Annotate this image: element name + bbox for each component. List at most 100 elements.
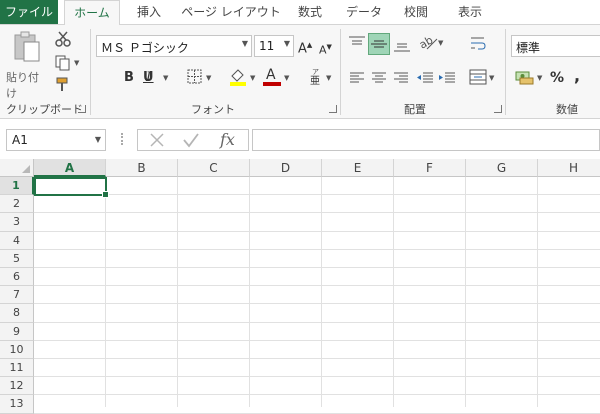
row-header-5[interactable]: 5 [0, 249, 34, 268]
row-gridline [34, 321, 600, 323]
formula-buttons: fx [137, 129, 249, 151]
font-name-combo[interactable]: ＭＳ Ｐゴシック ▼ [96, 35, 252, 57]
align-middle-button[interactable] [368, 33, 390, 55]
orientation-icon[interactable]: ab [418, 33, 438, 51]
accounting-dropdown-arrow[interactable]: ▼ [537, 74, 542, 82]
align-right-icon[interactable] [393, 71, 409, 85]
borders-dropdown-arrow[interactable]: ▼ [206, 74, 211, 82]
number-format-combo[interactable]: 標準 [511, 35, 600, 57]
decrease-indent-icon[interactable] [416, 71, 434, 85]
row-gridline [34, 412, 600, 414]
row-header-4[interactable]: 4 [0, 231, 34, 250]
align-center-icon[interactable] [371, 71, 387, 85]
name-box-value: A1 [12, 133, 28, 147]
ribbon-tab-bar: ファイル ホーム 挿入 ページ レイアウト 数式 データ 校閲 表示 [0, 0, 600, 25]
align-left-icon[interactable] [349, 71, 365, 85]
tab-review[interactable]: 校閲 [396, 0, 436, 24]
underline-dropdown-arrow[interactable]: ▼ [163, 74, 168, 82]
row-gridline [34, 285, 600, 287]
row-gridline [34, 230, 600, 232]
decrease-font-size-button[interactable]: A▼ [319, 39, 332, 59]
fill-handle[interactable] [102, 191, 109, 198]
insert-function-icon[interactable]: fx [220, 130, 235, 149]
column-header-a[interactable]: A [34, 159, 106, 177]
cut-icon[interactable] [55, 31, 71, 47]
row-header-8[interactable]: 8 [0, 304, 34, 323]
column-header-e[interactable]: E [322, 159, 394, 177]
row-header-10[interactable]: 10 [0, 340, 34, 359]
worksheet-grid[interactable]: ABCDEFGH 1 2 3 4 5 6 7 8 9 10 11 12 13 [0, 159, 600, 414]
column-header-d[interactable]: D [250, 159, 322, 177]
tab-formulas[interactable]: 数式 [290, 0, 330, 24]
tab-data[interactable]: データ [338, 0, 390, 24]
font-color-dropdown-arrow[interactable]: ▼ [284, 74, 289, 82]
row-gridline [34, 394, 600, 396]
phonetic-guide-icon[interactable]: ア 亜 [307, 67, 325, 87]
copy-icon[interactable] [55, 55, 71, 71]
tab-file[interactable]: ファイル [0, 0, 58, 24]
merge-center-icon[interactable] [469, 69, 487, 85]
tab-home[interactable]: ホーム [64, 0, 120, 25]
font-color-swatch [263, 82, 281, 86]
row-header-2[interactable]: 2 [0, 195, 34, 214]
font-color-letter: A [266, 67, 276, 83]
cancel-icon[interactable] [148, 131, 166, 149]
orientation-dropdown-arrow[interactable]: ▼ [438, 39, 443, 47]
bold-button[interactable]: B [124, 70, 134, 86]
enter-icon[interactable] [182, 131, 200, 149]
increase-font-size-button[interactable]: A▲ [298, 37, 312, 57]
align-bottom-icon[interactable] [393, 37, 411, 53]
comma-style-button[interactable]: , [574, 68, 580, 84]
font-size-combo[interactable]: 11 ▼ [254, 35, 294, 57]
active-cell-a1[interactable] [34, 177, 109, 198]
font-dialog-launcher[interactable] [329, 105, 337, 113]
merge-dropdown-arrow[interactable]: ▼ [489, 74, 494, 82]
font-size-value: 11 [259, 39, 275, 53]
phonetic-dropdown-arrow[interactable]: ▼ [326, 74, 331, 82]
align-middle-icon [371, 40, 387, 48]
row-header-7[interactable]: 7 [0, 286, 34, 305]
separator [505, 29, 506, 115]
column-header-f[interactable]: F [394, 159, 466, 177]
wrap-text-icon[interactable] [469, 35, 487, 51]
font-group-label: フォント [191, 103, 235, 116]
row-header-3[interactable]: 3 [0, 213, 34, 232]
alignment-group-label: 配置 [404, 103, 426, 116]
formula-bar-grip[interactable] [121, 133, 125, 145]
row-header-1[interactable]: 1 [0, 177, 34, 196]
borders-icon[interactable] [187, 69, 203, 85]
row-header-12[interactable]: 12 [0, 377, 34, 396]
tab-view[interactable]: 表示 [450, 0, 490, 24]
row-header-6[interactable]: 6 [0, 268, 34, 287]
paste-button[interactable]: 貼り付け [4, 29, 48, 100]
tab-insert[interactable]: 挿入 [124, 0, 174, 24]
number-group-label: 数値 [556, 103, 578, 116]
format-painter-icon[interactable] [55, 77, 71, 93]
increase-indent-icon[interactable] [438, 71, 456, 85]
column-header-c[interactable]: C [178, 159, 250, 177]
column-header-b[interactable]: B [106, 159, 178, 177]
copy-dropdown-arrow[interactable]: ▼ [74, 59, 79, 67]
accounting-format-icon[interactable] [515, 69, 535, 85]
column-header-h[interactable]: H [538, 159, 600, 177]
alignment-dialog-launcher[interactable] [494, 105, 502, 113]
formula-input[interactable] [252, 129, 600, 151]
name-box[interactable]: A1 ▼ [6, 129, 106, 151]
underline-button[interactable]: U [143, 70, 154, 86]
clipboard-dialog-launcher[interactable] [78, 105, 86, 113]
row-header-9[interactable]: 9 [0, 322, 34, 341]
column-header-g[interactable]: G [466, 159, 538, 177]
row-header-13[interactable]: 13 [0, 395, 34, 414]
fill-color-icon[interactable] [228, 67, 248, 87]
row-gridline [34, 194, 600, 196]
select-all-button[interactable] [0, 159, 34, 177]
row-header-11[interactable]: 11 [0, 359, 34, 378]
tab-page-layout[interactable]: ページ レイアウト [178, 0, 284, 24]
font-color-button[interactable]: A [263, 67, 281, 87]
align-top-icon[interactable] [348, 35, 366, 51]
fill-color-dropdown-arrow[interactable]: ▼ [250, 74, 255, 82]
svg-text:ア: ア [312, 68, 319, 76]
percent-style-button[interactable]: % [550, 70, 564, 86]
row-gridline [34, 212, 600, 214]
row-gridline [34, 339, 600, 341]
